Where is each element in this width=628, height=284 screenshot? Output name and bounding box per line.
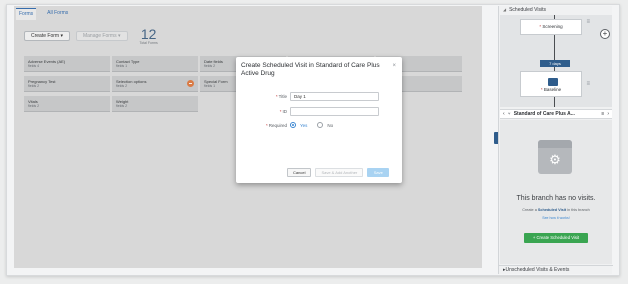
flow-connector	[554, 35, 555, 60]
stage: Forms All Forms Create Form ▾ Manage For…	[0, 0, 628, 284]
close-icon[interactable]: ×	[392, 63, 396, 69]
interval-badge[interactable]: 7 days	[540, 60, 570, 67]
title-label-text: Title	[278, 93, 287, 99]
panel-header-label: Scheduled Visits	[509, 7, 546, 13]
required-marker: *	[279, 108, 282, 114]
panel-header[interactable]: ◢ Scheduled Visits	[499, 6, 613, 14]
id-field-row: *ID	[236, 106, 402, 116]
plus-icon[interactable]: +	[600, 29, 610, 39]
create-visit-dialog: Create Scheduled Visit in Standard of Ca…	[236, 57, 402, 183]
required-yes-radio[interactable]	[290, 122, 296, 128]
required-no-radio[interactable]	[317, 122, 324, 128]
chevron-left-icon[interactable]: ‹	[503, 111, 505, 117]
title-input[interactable]	[290, 91, 379, 101]
required-marker: *	[275, 93, 278, 99]
menu-icon[interactable]: ≡	[586, 81, 590, 87]
id-field-label: *ID	[236, 109, 290, 114]
branch-icon	[548, 78, 558, 86]
unscheduled-visits-header[interactable]: ▸Unscheduled Visits & Events	[499, 265, 613, 274]
empty-state-title: This branch has no visits.	[516, 195, 596, 202]
empty-state: ⚙ This branch has no visits. Create a Sc…	[500, 120, 612, 264]
create-scheduled-visit-label: Create Scheduled Visit	[536, 235, 580, 240]
menu-icon[interactable]: ≡	[586, 19, 590, 25]
save-add-another-button[interactable]: Save & Add Another	[315, 168, 364, 177]
chevron-down-icon: ◢	[503, 7, 507, 12]
title-field-row: *Title	[236, 91, 402, 101]
empty-desc-prefix: Create a	[522, 208, 538, 212]
chevron-right-icon[interactable]: ›	[607, 111, 609, 117]
required-field-row: *Required Yes No	[236, 120, 402, 130]
required-label-text: Required	[268, 122, 287, 128]
flow-connector	[554, 97, 555, 107]
visit-card-screening[interactable]: * Screening	[520, 19, 582, 35]
calendar-icon: ⚙	[538, 140, 572, 174]
empty-desc-suffix: in this branch	[566, 208, 590, 212]
id-label-text: ID	[282, 108, 288, 114]
id-input[interactable]	[290, 106, 379, 116]
unscheduled-visits-label: Unscheduled Visits & Events	[505, 267, 570, 273]
required-radio-group: Yes No	[290, 122, 333, 128]
required-no-label: No	[327, 122, 334, 128]
baseline-label: Baseline	[543, 87, 562, 92]
branch-selector[interactable]: ‹ ⑂ Standard of Care Plus A... ≡ ›	[500, 109, 612, 119]
dialog-footer: Cancel Save & Add Another Save	[287, 168, 390, 177]
dialog-title: Create Scheduled Visit in Standard of Ca…	[241, 62, 380, 77]
how-it-works-link[interactable]: See how it works!	[500, 216, 612, 220]
branch-icon: ⑂	[507, 111, 511, 117]
required-marker: *	[265, 122, 268, 128]
save-button[interactable]: Save	[367, 168, 390, 177]
required-yes-label: Yes	[300, 122, 308, 128]
branch-label: Standard of Care Plus A...	[513, 111, 575, 117]
create-scheduled-visit-button[interactable]: + Create Scheduled Visit	[524, 233, 588, 243]
cancel-button[interactable]: Cancel	[287, 168, 312, 177]
empty-state-description: Create a Scheduled Visit in this branch	[500, 208, 612, 213]
menu-icon[interactable]: ≡	[601, 111, 604, 117]
title-field-label: *Title	[236, 94, 290, 99]
gear-icon: ⚙	[549, 152, 561, 167]
screening-label: Screening	[542, 24, 563, 29]
scheduled-visits-panel: ◢ Scheduled Visits * Screening ≡ + 7 days…	[498, 6, 613, 274]
required-field-label: *Required	[236, 123, 290, 128]
empty-desc-link: Scheduled Visit	[537, 208, 567, 212]
visit-flow: * Screening ≡ + 7 days * Baseline ≡	[500, 15, 612, 107]
